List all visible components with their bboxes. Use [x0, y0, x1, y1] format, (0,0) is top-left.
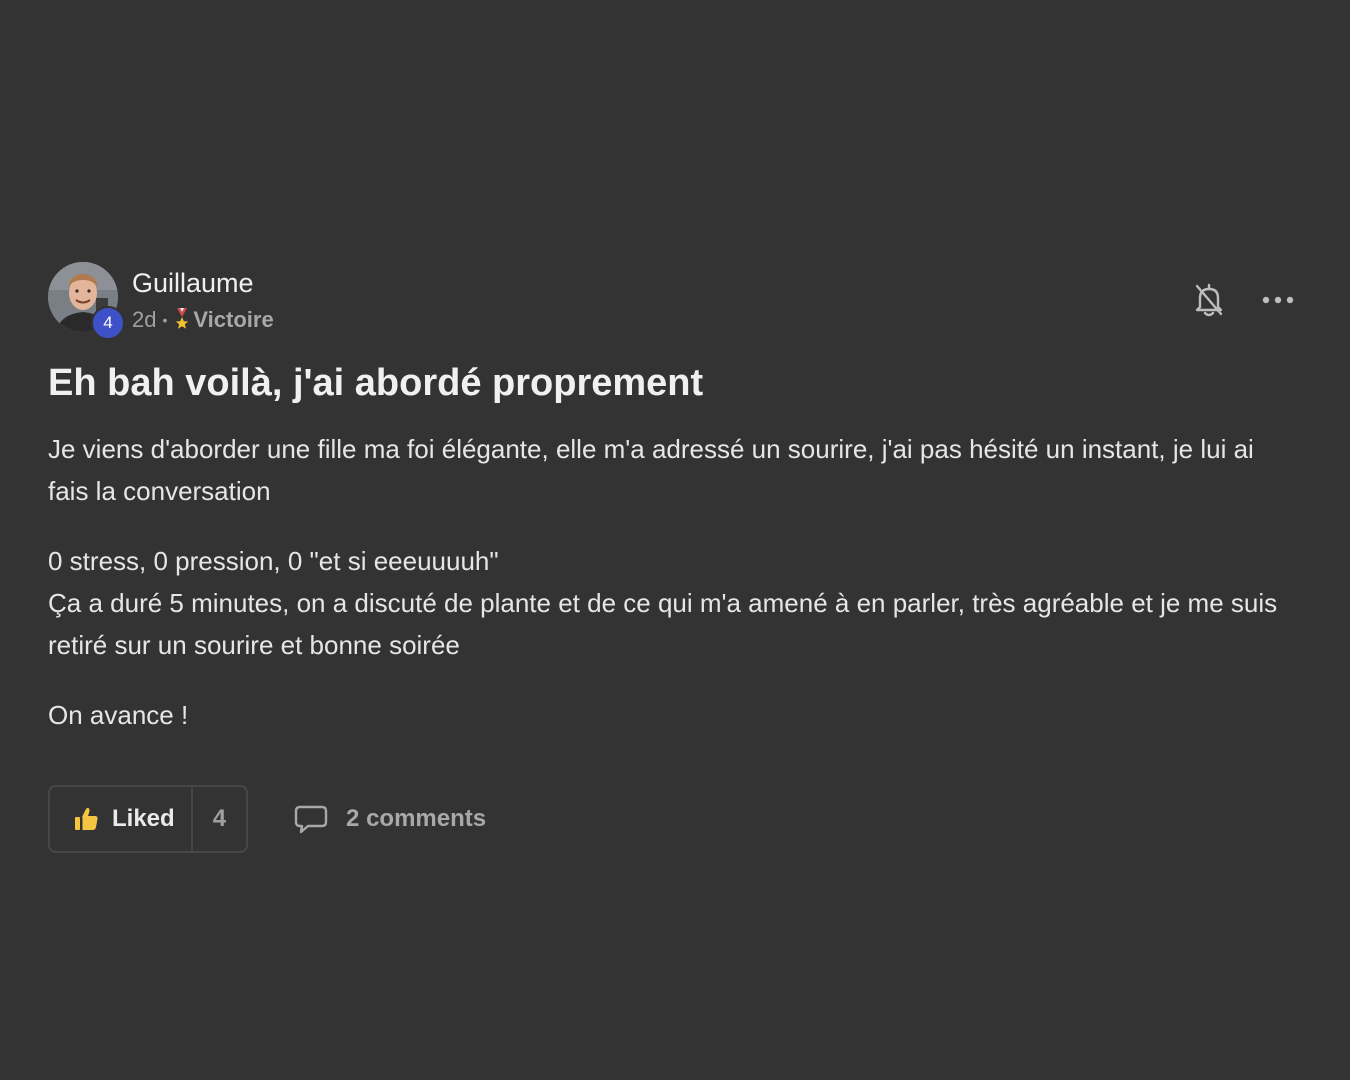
- like-button[interactable]: Liked 4: [48, 785, 249, 853]
- post-body: Je viens d'aborder une fille ma foi élég…: [48, 428, 1296, 736]
- category-link[interactable]: Victoire: [173, 306, 274, 334]
- author-avatar[interactable]: 4: [48, 262, 125, 340]
- medal-icon: [176, 308, 189, 329]
- comments-button[interactable]: 2 comments: [294, 804, 486, 834]
- thumbs-up-icon: [75, 807, 98, 830]
- post-line: 0 stress, 0 pression, 0 "et si eeeuuuuh": [48, 546, 499, 576]
- post-line: Ça a duré 5 minutes, on a discuté de pla…: [48, 588, 1278, 660]
- post-header: 4 Guillaume 2d • Victoire: [48, 262, 1296, 340]
- comment-icon: [294, 805, 328, 834]
- post-paragraph: On avance !: [48, 700, 189, 730]
- post-card: 4 Guillaume 2d • Victoire Eh bah voilà, …: [48, 262, 1296, 854]
- meta-separator: •: [162, 312, 168, 328]
- more-horizontal-icon[interactable]: [1262, 290, 1294, 310]
- bell-off-icon[interactable]: [1194, 282, 1224, 318]
- like-toggle[interactable]: Liked: [50, 787, 193, 851]
- level-badge: 4: [91, 306, 125, 340]
- post-time: 2d: [132, 307, 157, 332]
- author-name[interactable]: Guillaume: [132, 267, 254, 299]
- post-paragraph: Je viens d'aborder une fille ma foi élég…: [48, 434, 1254, 506]
- like-label: Liked: [112, 805, 175, 832]
- post-actions: Liked 4 2 comments: [48, 784, 1296, 854]
- category-label: Victoire: [193, 307, 274, 332]
- post-meta: 2d • Victoire: [132, 306, 274, 334]
- post-paragraph: 0 stress, 0 pression, 0 "et si eeeuuuuh"…: [48, 540, 1296, 666]
- post-title: Eh bah voilà, j'ai abordé proprement: [48, 362, 704, 404]
- comments-label: 2 comments: [346, 805, 487, 832]
- like-count[interactable]: 4: [193, 787, 246, 851]
